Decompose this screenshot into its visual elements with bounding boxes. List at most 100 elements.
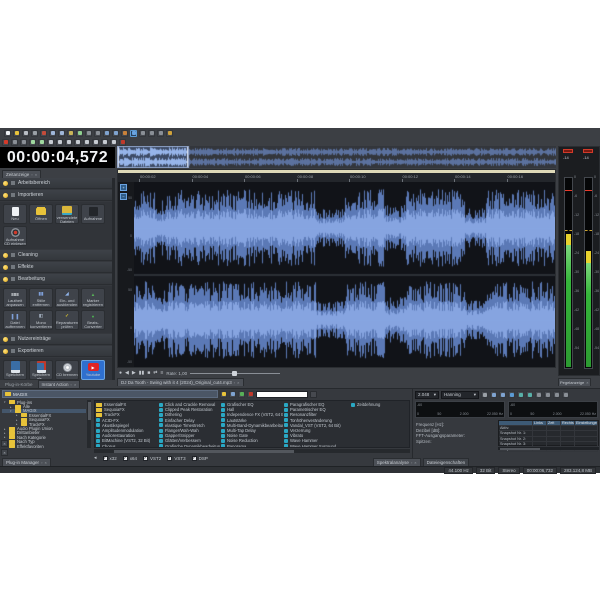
plugin-list-hscrollbar[interactable] [94,449,410,453]
stop-icon[interactable]: ■ [147,371,150,376]
tab-zeitanzeige[interactable]: Zeitanzeige ▫ × [2,170,42,178]
paste-icon[interactable] [67,129,74,137]
tile-verwendete-dateien[interactable]: verwendete Dateien [55,204,79,224]
undo-icon[interactable] [103,129,110,137]
move-up-icon[interactable] [238,390,245,398]
tree-item-effektfavoriten[interactable]: ▸Effektfavoriten [2,444,86,448]
forward-icon[interactable] [83,138,90,146]
close-panel-button[interactable]: × [1,449,8,456]
snapshot-3-icon[interactable] [535,391,542,398]
expander-icon[interactable]: ▾ [4,400,7,404]
section-nutzereinträge[interactable]: Nutzereinträge [0,334,112,345]
close-icon[interactable]: × [414,460,416,465]
marker-next-icon[interactable] [110,138,117,146]
loop-play-icon[interactable] [11,138,18,146]
plugin-item[interactable]: Wave Hammer Surround [284,444,350,447]
right-clip-indicator[interactable] [583,149,593,153]
close-transport-icon[interactable] [119,138,126,146]
compare-icon[interactable]: ⇄ [153,371,157,376]
tile-datei-auftrennen[interactable]: ▌▐ Datei auftrennen [3,310,27,330]
save-icon[interactable] [22,129,29,137]
rate-slider-thumb[interactable] [232,371,238,376]
save-as-icon[interactable] [31,129,38,137]
play-from-start-icon[interactable] [29,138,36,146]
tile-aufnahme[interactable]: Aufnahme [81,204,105,224]
mixer-icon[interactable] [148,129,155,137]
expander-icon[interactable]: ▸ [4,431,7,435]
display-mode-icon[interactable] [508,391,515,398]
expander-icon[interactable]: ▸ [10,405,13,409]
loop-icon[interactable]: ● [119,371,122,376]
expander-icon[interactable]: ▸ [4,435,7,439]
close-icon[interactable]: × [586,380,588,385]
tile-speichern-als-[interactable]: Speichern als... [29,360,53,380]
tile-youtube[interactable]: ▶ Youtube [81,360,105,380]
play-icon[interactable] [38,138,45,146]
marker-prev-icon[interactable] [101,138,108,146]
trim-icon[interactable] [85,129,92,137]
new-folder-icon[interactable] [220,390,227,398]
copy-icon[interactable] [58,129,65,137]
go-start-icon[interactable]: ◀ [125,371,129,376]
overview-waveform[interactable] [117,146,556,168]
plugin-item[interactable]: Panorama [221,444,283,447]
plugin-tree-scrollbar[interactable] [87,400,91,448]
dock-icon[interactable]: ▫ [41,460,42,465]
tab-pegelanzeige[interactable]: Pegelanzeige × [558,378,591,386]
snapshot-6-icon[interactable] [562,391,569,398]
expander-icon[interactable]: ▸ [16,418,19,422]
tab-plug-in-k-rbe[interactable]: Plug-in-Körbe [2,381,36,388]
tile--ffnen[interactable]: Öffnen [29,204,53,224]
tab-instant-action[interactable]: Instant Action ▫ × [37,380,81,388]
pause-icon[interactable] [47,138,54,146]
redo-icon[interactable] [499,391,506,398]
refresh-icon[interactable] [121,129,128,137]
window-fn-dropdown[interactable]: Hanning ▾ [441,390,479,399]
close-icon[interactable]: × [44,460,46,465]
tile-stille-entfernen[interactable]: ▮▮ Stille entfernen [29,288,53,308]
rewind-icon[interactable] [74,138,81,146]
tab-dateieigenschaften[interactable]: Dateieigenschaften [422,458,470,466]
close-icon[interactable]: × [35,172,37,177]
section-cleaning[interactable]: Cleaning [0,250,112,261]
wave-view-icon[interactable] [130,129,137,137]
close-icon[interactable]: × [74,382,76,387]
snapshot-table-scrollbar[interactable] [498,447,599,450]
go-to-end-icon[interactable] [92,138,99,146]
section-arbeitsbereich[interactable]: Arbeitsbereich [0,178,112,189]
plugin-item[interactable]: Grafische Dynamikbearbeitung [159,444,220,447]
expander-icon[interactable]: ▸ [16,413,19,417]
zoom-out-button[interactable]: − [120,193,127,200]
tile-ein-und-ausblenden[interactable]: ◢ Ein- und ausblenden [55,288,79,308]
dock-icon[interactable]: ▫ [71,382,72,387]
dock-icon[interactable]: ▫ [31,172,32,177]
plugin-item[interactable]: Zeitdehnung [351,402,409,407]
snapshot-2-icon[interactable] [526,391,533,398]
settings-gear-icon[interactable] [481,391,488,398]
open-folder-icon[interactable] [13,129,20,137]
section-exportieren[interactable]: Exportieren [0,346,112,357]
left-clip-indicator[interactable] [563,149,573,153]
tile-cd-brennen[interactable]: CD brennen [55,360,79,380]
tile-mono-konvertieren[interactable]: ◧ Mono konvertieren [29,310,53,330]
section-bearbeitung[interactable]: Bearbeitung [0,274,112,285]
undo-icon[interactable] [490,391,497,398]
snapshot-1-icon[interactable] [517,391,524,398]
refresh-icon[interactable] [229,390,236,398]
plugin-item[interactable]: Chorus [96,444,158,447]
snapshot-5-icon[interactable] [553,391,560,398]
cursor-mode-icon[interactable] [20,138,27,146]
sidebar-scrollbar[interactable] [112,178,115,380]
delete-icon[interactable] [247,390,254,398]
play-icon[interactable]: ▶ [132,371,136,376]
pause-icon[interactable]: ▮▮ [139,371,145,376]
stop-icon[interactable] [56,138,63,146]
go-to-start-icon[interactable] [65,138,72,146]
snapshot-table[interactable]: Links Zeit Rechts Einstellungen Aktiv: Snapsh… [498,420,599,453]
tile-reparaturen-pr-fen[interactable]: ✓ Reparaturen prüfen [55,310,79,330]
expander-icon[interactable]: ▾ [10,409,13,413]
tile-beats-converter[interactable]: ● Beats-Converter [81,310,105,330]
section-importieren[interactable]: Importieren [0,190,112,201]
zoom-in-button[interactable]: + [120,184,127,191]
plugin-search-input[interactable] [256,390,308,398]
